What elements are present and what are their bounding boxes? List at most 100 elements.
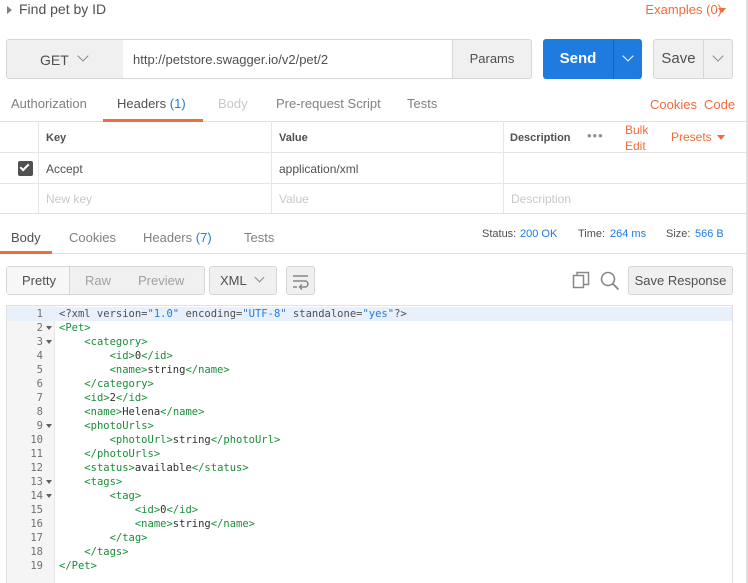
header-enabled-checkbox[interactable] <box>18 161 33 176</box>
bulk-edit-link[interactable]: Bulk Edit <box>625 122 648 154</box>
header-value[interactable]: application/xml <box>279 162 358 176</box>
request-title-row[interactable]: Find pet by ID Examples (0) <box>0 0 748 22</box>
tab-headers-count: (1) <box>169 96 186 111</box>
presets-dropdown[interactable]: Presets <box>671 130 712 144</box>
fold-toggle-icon[interactable] <box>46 480 52 484</box>
tab-tests[interactable]: Tests <box>407 96 437 111</box>
code-text: <tags> <box>84 476 123 488</box>
wrap-lines-button[interactable] <box>286 266 315 295</box>
fold-toggle-icon[interactable] <box>46 326 52 330</box>
status-value[interactable]: 200 OK <box>520 228 557 240</box>
line-number: 14 <box>30 490 43 502</box>
send-options-button[interactable] <box>613 39 642 79</box>
code-text: </tags> <box>84 546 129 558</box>
code-text: <id>0</id> <box>109 350 173 362</box>
save-options-button[interactable] <box>703 39 733 79</box>
tab-headers-label: Headers <box>117 96 167 111</box>
wrap-lines-icon <box>293 275 309 291</box>
line-number: 9 <box>36 420 43 432</box>
fold-toggle-icon[interactable] <box>46 424 52 428</box>
table-row <box>0 153 748 184</box>
line-number: 3 <box>36 336 43 348</box>
send-button[interactable]: Send <box>543 39 613 79</box>
code-text: <photoUrls> <box>84 420 154 432</box>
tab-authorization[interactable]: Authorization <box>11 96 87 111</box>
method-select[interactable]: GET <box>6 39 124 79</box>
caret-down-icon[interactable] <box>717 135 725 140</box>
response-body-editor[interactable]: 1 <?xml version="1.0" encoding="UTF-8" st… <box>6 305 733 583</box>
line-number: 18 <box>30 546 43 558</box>
column-value: Value <box>279 132 308 144</box>
chevron-down-icon <box>77 50 89 62</box>
status-label: Status: <box>482 228 517 240</box>
copy-icon[interactable] <box>572 271 590 289</box>
column-description: Description <box>510 132 571 144</box>
request-title[interactable]: Find pet by ID <box>19 1 106 17</box>
new-key-input[interactable]: New key <box>46 192 92 206</box>
new-value-input[interactable]: Value <box>279 192 309 206</box>
more-options-icon[interactable]: ••• <box>587 128 604 143</box>
url-input[interactable] <box>123 39 453 79</box>
code-text: <category> <box>84 336 148 348</box>
tab-pre-request-script[interactable]: Pre-request Script <box>276 96 381 111</box>
line-number: 7 <box>36 392 43 404</box>
chevron-down-icon <box>622 50 634 62</box>
code-line: 15 <id>0</id> <box>7 503 732 517</box>
size-value[interactable]: 566 B <box>695 228 724 240</box>
tab-response-headers-label: Headers <box>143 230 193 245</box>
examples-dropdown[interactable]: Examples (0) <box>645 2 722 17</box>
line-number: 15 <box>30 504 43 516</box>
code-text: </photoUrls> <box>84 448 161 460</box>
bulk-edit-line1: Bulk <box>625 123 649 137</box>
tab-response-tests[interactable]: Tests <box>244 230 274 245</box>
tab-headers[interactable]: Headers (1) <box>117 96 186 111</box>
line-number: 5 <box>36 364 43 376</box>
format-select[interactable]: XML <box>209 266 277 295</box>
line-number: 1 <box>36 308 43 320</box>
tab-response-body[interactable]: Body <box>11 230 41 245</box>
size-label: Size: <box>666 228 691 240</box>
raw-button[interactable]: Raw <box>85 273 111 288</box>
time-label: Time: <box>578 228 606 240</box>
line-number: 8 <box>36 406 43 418</box>
method-label: GET <box>40 52 69 68</box>
new-description-input[interactable]: Description <box>511 192 571 206</box>
search-icon[interactable] <box>600 271 620 291</box>
fold-toggle-icon[interactable] <box>46 494 52 498</box>
line-number: 10 <box>30 434 43 446</box>
code-text: </category> <box>84 378 154 390</box>
save-button[interactable]: Save <box>653 39 704 79</box>
code-line: 6 </category> <box>7 377 732 391</box>
bulk-edit-line2: Edit <box>625 139 646 153</box>
line-number: 16 <box>30 518 43 530</box>
line-number: 13 <box>30 476 43 488</box>
code-line: 3 <category> <box>7 335 732 349</box>
tab-response-headers[interactable]: Headers (7) <box>143 230 212 245</box>
line-number: 4 <box>36 350 43 362</box>
code-line: 7 <id>2</id> <box>7 391 732 405</box>
active-tab-indicator <box>0 251 52 254</box>
cookies-link[interactable]: Cookies <box>650 97 697 112</box>
line-number: 2 <box>36 322 43 334</box>
save-response-button[interactable]: Save Response <box>628 266 733 295</box>
column-key: Key <box>46 132 67 144</box>
code-line: 1 <?xml version="1.0" encoding="UTF-8" st… <box>7 307 732 321</box>
code-line: 19 </Pet> <box>7 559 732 573</box>
preview-button[interactable]: Preview <box>138 273 184 288</box>
request-tabs: Authorization Headers (1) Body Pre-reque… <box>0 92 748 122</box>
code-link[interactable]: Code <box>704 97 735 112</box>
tab-body[interactable]: Body <box>218 96 248 111</box>
fold-toggle-icon[interactable] <box>46 340 52 344</box>
caret-right-icon[interactable] <box>7 6 12 14</box>
caret-down-icon[interactable] <box>718 8 726 13</box>
pretty-button[interactable]: Pretty <box>22 273 56 288</box>
line-number: 11 <box>30 448 43 460</box>
code-text: <id>0</id> <box>134 504 199 516</box>
tab-response-cookies[interactable]: Cookies <box>69 230 116 245</box>
code-text: <id>2</id> <box>84 392 148 404</box>
header-key[interactable]: Accept <box>46 162 83 176</box>
checkmark-icon <box>19 161 30 172</box>
code-line: 8 <name>Helena</name> <box>7 405 732 419</box>
params-button[interactable]: Params <box>452 39 532 79</box>
time-value[interactable]: 264 ms <box>610 228 646 240</box>
